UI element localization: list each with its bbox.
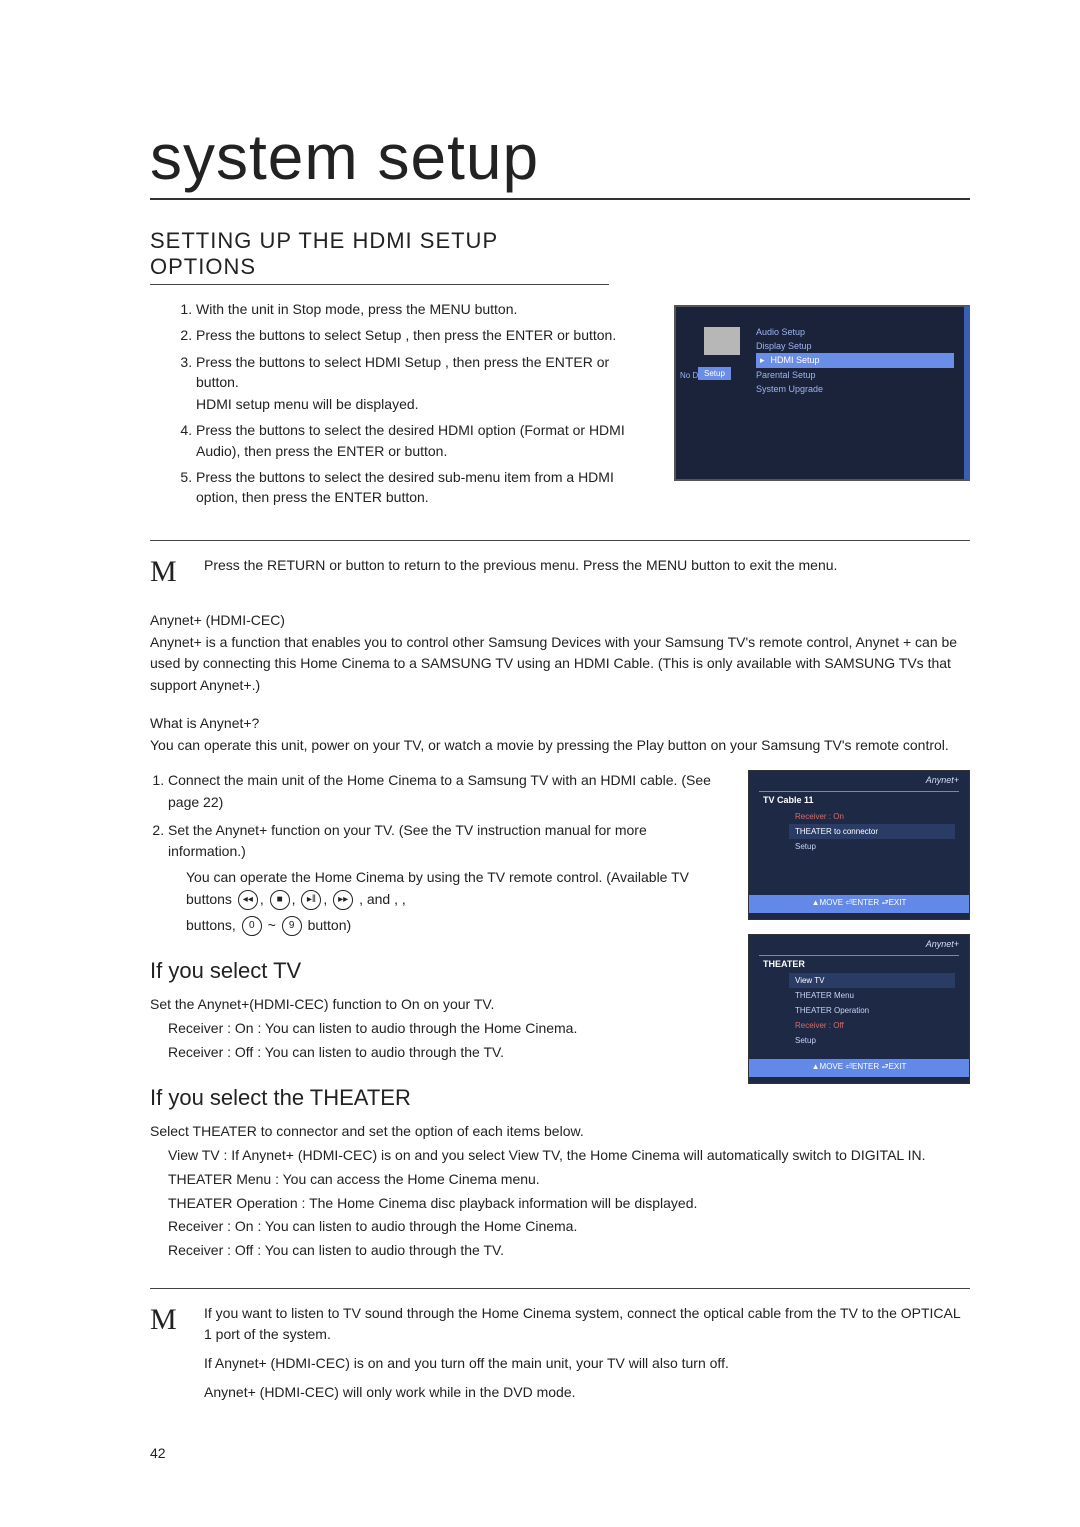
what-is-paragraph: You can operate this unit, power on your… [150, 735, 970, 757]
theater-body: Select THEATER to connector and set the … [150, 1121, 970, 1261]
setup-steps: With the unit in Stop mode, press the ME… [150, 299, 652, 514]
anynet-steps: Connect the main unit of the Home Cinema… [150, 770, 728, 1121]
note2-line-3: Anynet+ (HDMI-CEC) will only work while … [204, 1382, 970, 1403]
step-3-sub: HDMI setup menu will be displayed. [196, 394, 652, 414]
osd3-row-operation: THEATER Operation [789, 1003, 955, 1018]
osd3-row-viewtv: View TV [789, 973, 955, 988]
osd3-row-menu: THEATER Menu [789, 988, 955, 1003]
osd2-row-theater: THEATER to connector [789, 824, 955, 839]
osd2-row-setup: Setup [789, 839, 955, 854]
theater-line-5: Receiver : On : You can listen to audio … [168, 1216, 970, 1238]
anynet-step-2: Set the Anynet+ function on your TV. (Se… [168, 820, 728, 936]
anynet-logo: Anynet+ [926, 775, 959, 785]
number-nine-icon: 9 [282, 916, 302, 936]
step-5: Press the buttons to select the desired … [196, 467, 652, 508]
tv-line-2: Receiver : On : You can listen to audio … [168, 1018, 728, 1040]
play-pause-icon: ▸‖ [301, 890, 321, 910]
step-2: Press the buttons to select Setup , then… [196, 325, 652, 345]
rewind-icon: ◂◂ [238, 890, 258, 910]
step-1: With the unit in Stop mode, press the ME… [196, 299, 652, 319]
what-is-heading: What is Anynet+? [150, 715, 970, 731]
section-heading: SETTING UP THE HDMI SETUP OPTIONS [150, 228, 609, 285]
select-tv-heading: If you select TV [150, 954, 728, 988]
note2-line-1: If you want to listen to TV sound throug… [204, 1303, 970, 1345]
osd-item-display: Display Setup [756, 339, 954, 353]
theater-line-3: THEATER Menu : You can access the Home C… [168, 1169, 970, 1191]
osd-right-column: Anynet+ TV Cable 11 Receiver : On THEATE… [748, 770, 970, 1098]
osd3-header: THEATER [763, 959, 805, 969]
page-title: system setup [150, 120, 970, 200]
step-3: Press the buttons to select HDMI Setup ,… [196, 352, 652, 415]
anynet-paragraph: Anynet+ is a function that enables you t… [150, 632, 970, 697]
osd-theater: Anynet+ THEATER View TV THEATER Menu THE… [748, 934, 970, 1084]
osd2-footer: ▲MOVE ⏎ENTER ⮐EXIT [749, 895, 969, 913]
tv-remote-line2: buttons, [186, 917, 236, 933]
osd-setup-tab: Setup [698, 367, 731, 380]
osd3-row-setup: Setup [789, 1033, 955, 1048]
fast-forward-icon: ▸▸ [333, 890, 353, 910]
number-zero-icon: 0 [242, 916, 262, 936]
theater-line-6: Receiver : Off : You can listen to audio… [168, 1240, 970, 1262]
osd-thumbnail [704, 327, 740, 355]
tv-line-3: Receiver : Off : You can listen to audio… [168, 1042, 728, 1064]
osd-item-parental: Parental Setup [756, 368, 954, 382]
anynet-heading: Anynet+ (HDMI-CEC) [150, 612, 970, 628]
osd-tv-cable: Anynet+ TV Cable 11 Receiver : On THEATE… [748, 770, 970, 920]
note-marker: M [150, 549, 182, 594]
step-4: Press the buttons to select the desired … [196, 420, 652, 461]
theater-line-4: THEATER Operation : The Home Cinema disc… [168, 1193, 970, 1215]
note-marker-2: M [150, 1297, 182, 1342]
note2-line-2: If Anynet+ (HDMI-CEC) is on and you turn… [204, 1353, 970, 1374]
page-number: 42 [150, 1445, 970, 1461]
osd-item-upgrade: System Upgrade [756, 382, 954, 396]
osd3-row-receiver: Receiver : Off [789, 1018, 955, 1033]
tv-line-1: Set the Anynet+(HDMI-CEC) function to On… [150, 994, 728, 1016]
anynet-logo-2: Anynet+ [926, 939, 959, 949]
select-theater-heading: If you select the THEATER [150, 1081, 728, 1115]
osd2-header: TV Cable 11 [763, 795, 814, 805]
theater-line-2: View TV : If Anynet+ (HDMI-CEC) is on an… [168, 1145, 970, 1167]
osd-setup-menu: No Disc Setup Audio Setup Display Setup … [674, 305, 970, 481]
anynet-step-1: Connect the main unit of the Home Cinema… [168, 770, 728, 813]
tv-remote-line1: You can operate the Home Cinema by using… [186, 869, 689, 907]
stop-icon: ■ [270, 890, 290, 910]
theater-line-1: Select THEATER to connector and set the … [150, 1121, 970, 1143]
osd3-footer: ▲MOVE ⏎ENTER ⮐EXIT [749, 1059, 969, 1077]
note-return-menu: Press the RETURN or button to return to … [204, 555, 970, 576]
osd-item-hdmi: ▸ HDMI Setup [756, 353, 954, 368]
osd-item-audio: Audio Setup [756, 325, 954, 339]
osd2-row-receiver: Receiver : On [789, 809, 955, 824]
